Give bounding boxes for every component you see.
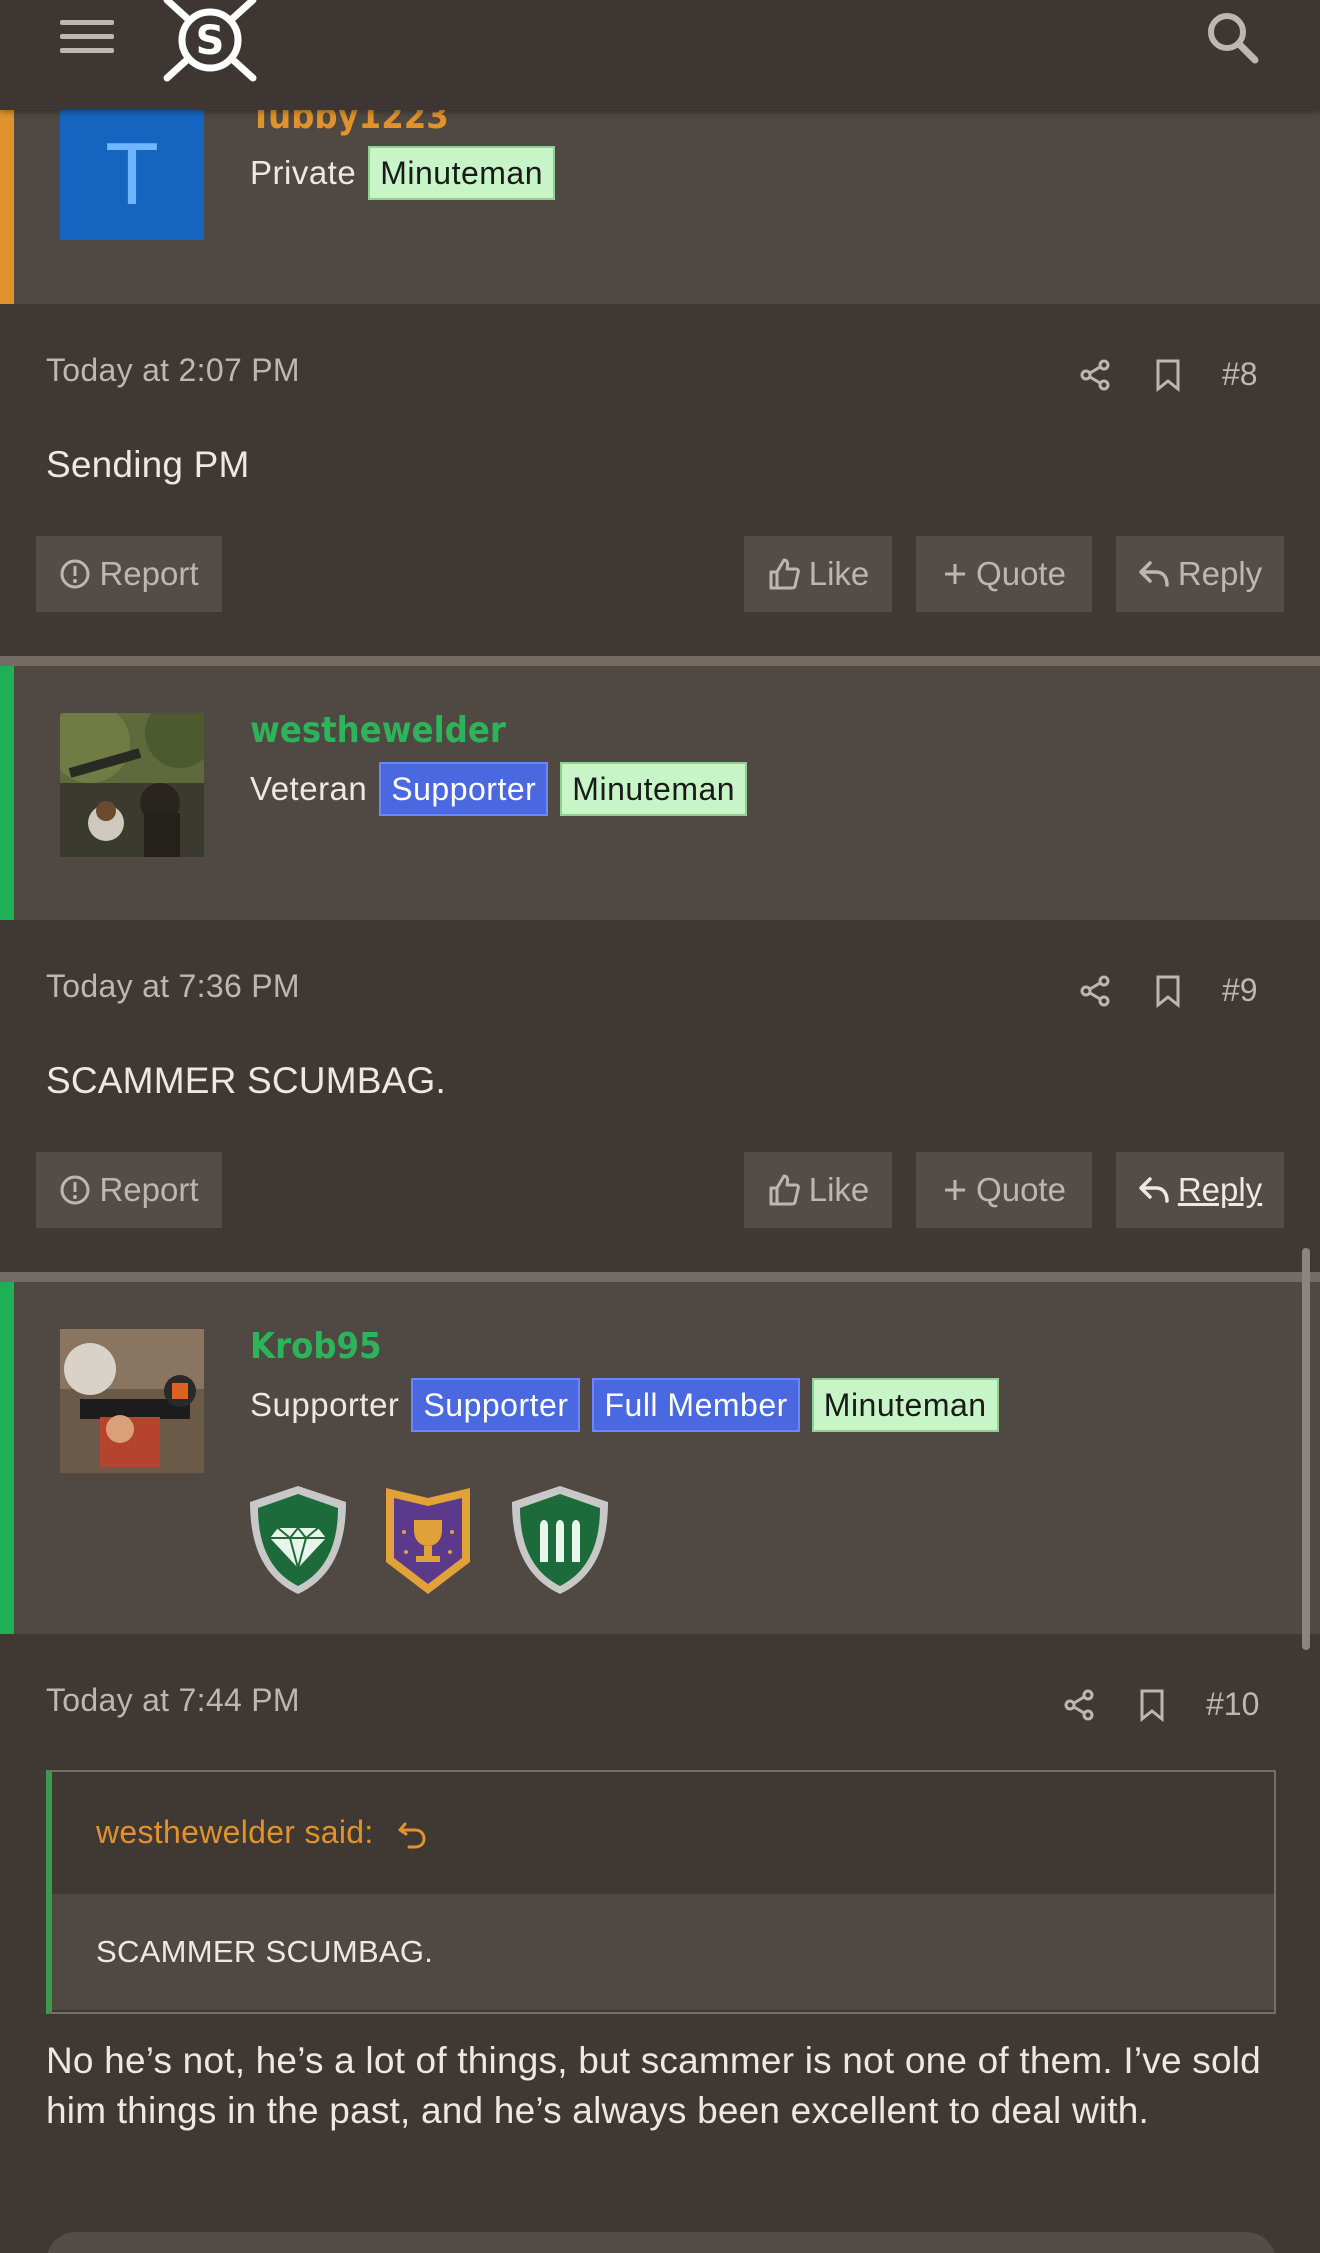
quote-author: westhewelder said:	[96, 1814, 374, 1850]
quote-jump-icon[interactable]	[397, 1820, 427, 1850]
like-label: Like	[808, 1171, 870, 1208]
user-roles: Private Minuteman	[250, 146, 556, 200]
reply-arrow-icon	[1139, 561, 1169, 587]
quote-author-link[interactable]: westhewelder said:	[96, 1814, 427, 1851]
share-icon[interactable]	[1078, 358, 1112, 392]
user-stripe	[0, 110, 14, 304]
user-info-block: westhewelder Veteran Supporter Minuteman	[0, 666, 1320, 920]
diamond-trophy-icon[interactable]	[242, 1482, 354, 1598]
report-label: Report	[99, 555, 199, 592]
quote-block: westhewelder said: SCAMMER SCUMBAG.	[46, 1770, 1276, 2014]
report-button[interactable]: Report	[36, 1152, 222, 1228]
post: Today at 2:07 PM #8 Sending PM Report Li…	[0, 304, 1320, 656]
plus-icon	[945, 564, 966, 584]
badge-supporter: Supporter	[379, 762, 549, 816]
quote-button[interactable]: Quote	[916, 1152, 1092, 1228]
post-number[interactable]: #9	[1222, 972, 1258, 1009]
post-body: Sending PM	[46, 444, 250, 485]
user-stripe	[0, 1282, 14, 1634]
user-stripe	[0, 666, 14, 920]
report-label: Report	[99, 1171, 199, 1208]
reply-button[interactable]: Reply	[1116, 1152, 1284, 1228]
reply-label: Reply	[1177, 1171, 1263, 1208]
reply-button[interactable]: Reply	[1116, 536, 1284, 612]
post-actions: Report Like Quote Reply	[0, 536, 1320, 612]
post-tools: #8	[1078, 356, 1258, 393]
user-title: Supporter	[250, 1386, 400, 1423]
quote-label: Quote	[976, 1171, 1066, 1208]
reply-editor[interactable]	[46, 2232, 1276, 2253]
quote-content: SCAMMER SCUMBAG.	[52, 1894, 1274, 2010]
badge-supporter: Supporter	[411, 1378, 581, 1432]
thumbs-up-icon	[769, 558, 800, 590]
user-info-block: T Tubby1223 Private Minuteman	[0, 96, 1320, 304]
bookmark-icon[interactable]	[1138, 1688, 1166, 1722]
like-button[interactable]: Like	[744, 1152, 892, 1228]
avatar[interactable]: T	[60, 110, 204, 240]
post-body: No he’s not, he’s a lot of things, but s…	[46, 2040, 1261, 2131]
hamburger-icon[interactable]	[60, 20, 114, 56]
quote-text: SCAMMER SCUMBAG.	[96, 1934, 434, 1969]
reply-label: Reply	[1177, 555, 1263, 592]
bookmark-icon[interactable]	[1154, 974, 1182, 1008]
reply-arrow-icon	[1139, 1177, 1169, 1203]
plus-icon	[945, 1180, 966, 1200]
quote-button[interactable]: Quote	[916, 536, 1092, 612]
top-bar: S	[0, 0, 1320, 110]
post-time[interactable]: Today at 2:07 PM	[46, 352, 300, 389]
post-time[interactable]: Today at 7:44 PM	[46, 1682, 300, 1719]
scrollbar[interactable]	[1302, 1248, 1310, 1650]
post-time[interactable]: Today at 7:36 PM	[46, 968, 300, 1005]
share-icon[interactable]	[1078, 974, 1112, 1008]
post-divider	[0, 656, 1320, 666]
badge-minuteman: Minuteman	[560, 762, 748, 816]
user-roles: Veteran Supporter Minuteman	[250, 762, 748, 816]
thumbs-up-icon	[769, 1174, 800, 1206]
alert-circle-icon	[60, 1175, 90, 1205]
post-actions: Report Like Quote Reply	[0, 1152, 1320, 1228]
post-body: SCAMMER SCUMBAG.	[46, 1060, 446, 1101]
user-info-block: Krob95 Supporter Supporter Full Member M…	[0, 1282, 1320, 1634]
post-number[interactable]: #10	[1206, 1686, 1259, 1723]
username[interactable]: Krob95	[250, 1326, 382, 1367]
quote-header: westhewelder said:	[52, 1772, 1274, 1892]
badge-full-member: Full Member	[592, 1378, 800, 1432]
avatar[interactable]	[60, 1329, 204, 1473]
report-button[interactable]: Report	[36, 536, 222, 612]
post-number[interactable]: #8	[1222, 356, 1258, 393]
quote-label: Quote	[976, 555, 1066, 592]
bookmark-icon[interactable]	[1154, 358, 1182, 392]
username[interactable]: westhewelder	[250, 710, 506, 751]
badge-minuteman: Minuteman	[368, 146, 556, 200]
badge-minuteman: Minuteman	[811, 1378, 999, 1432]
avatar[interactable]	[60, 713, 204, 857]
site-logo[interactable]: S	[155, 0, 265, 88]
search-icon[interactable]	[1203, 8, 1263, 68]
user-title: Veteran	[250, 770, 368, 807]
post-tools: #10	[1062, 1686, 1259, 1723]
ammo-trophy-icon[interactable]	[504, 1482, 616, 1598]
share-icon[interactable]	[1062, 1688, 1096, 1722]
like-button[interactable]: Like	[744, 536, 892, 612]
like-label: Like	[808, 555, 870, 592]
post: Today at 7:36 PM #9 SCAMMER SCUMBAG. Rep…	[0, 920, 1320, 1272]
cup-trophy-icon[interactable]	[380, 1482, 476, 1598]
alert-circle-icon	[60, 559, 90, 589]
svg-text:S: S	[196, 18, 225, 64]
post: Today at 7:44 PM #10 westhewelder said: …	[0, 1634, 1320, 2253]
post-tools: #9	[1078, 972, 1258, 1009]
post-divider	[0, 1272, 1320, 1282]
user-title: Private	[250, 154, 357, 191]
user-roles: Supporter Supporter Full Member Minutema…	[250, 1378, 999, 1432]
